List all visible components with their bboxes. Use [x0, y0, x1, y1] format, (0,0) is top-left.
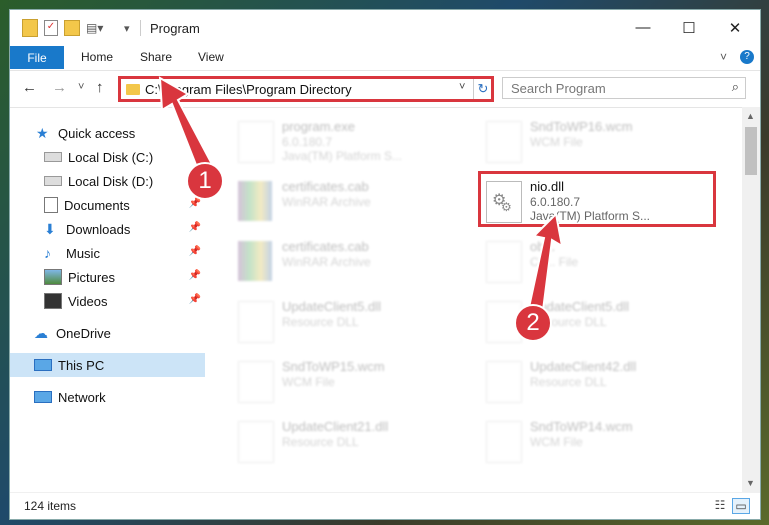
annotation-badge-2: 2 — [514, 304, 552, 342]
arrow-2-icon — [526, 211, 564, 320]
annotation-arrows — [158, 76, 564, 320]
annotation-badge-1: 1 — [186, 162, 224, 200]
arrow-1-icon — [158, 76, 216, 177]
